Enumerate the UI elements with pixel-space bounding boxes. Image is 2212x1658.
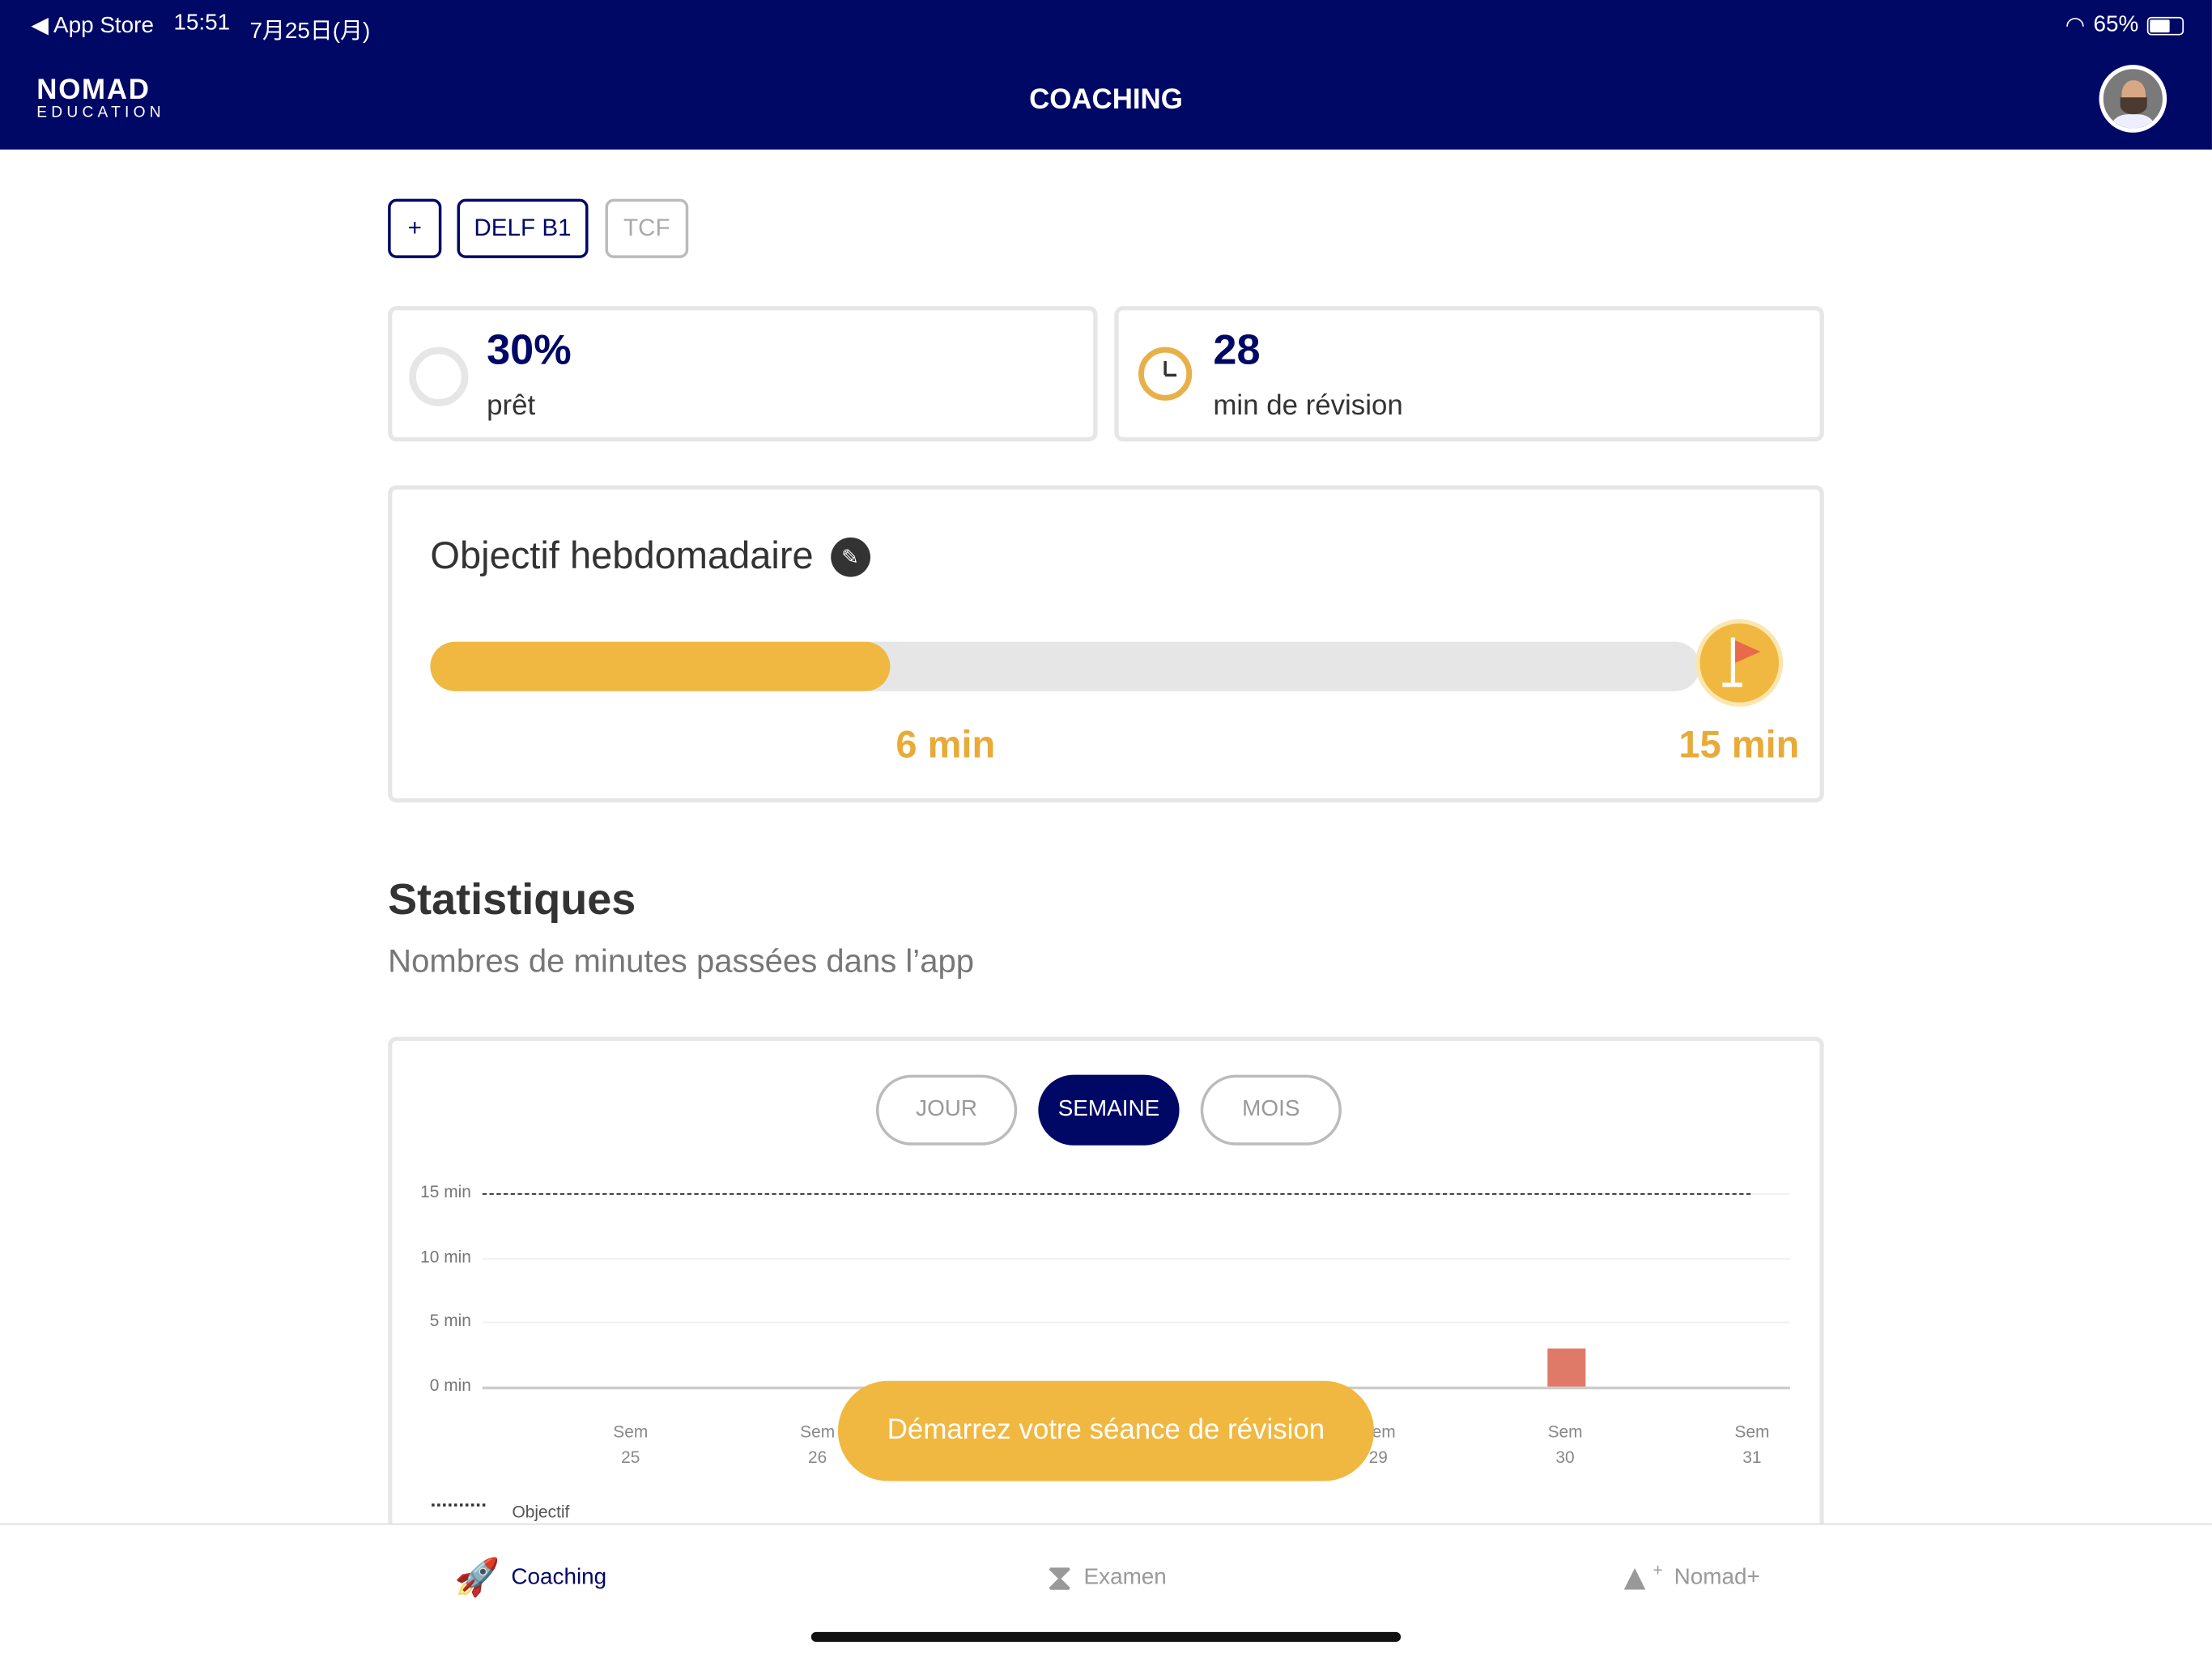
tab-semaine[interactable]: SEMAINE: [1038, 1074, 1180, 1146]
y-tick-label: 10 min: [420, 1246, 471, 1266]
app-screen: ◀ App Store 15:51 7月25日(月) ◠ 65% NOMAD ED…: [0, 0, 2212, 1658]
revision-value: 28: [1213, 327, 1261, 374]
goal-flag-icon: [1695, 619, 1784, 707]
clock-time: 15:51: [173, 11, 231, 36]
y-tick-label: 15 min: [420, 1182, 471, 1202]
readiness-ring-icon: [409, 346, 469, 406]
revision-label: min de révision: [1213, 390, 1403, 422]
x-tick-label: Sem 30: [1547, 1422, 1583, 1467]
tab-examen[interactable]: ⧗ Examen: [1047, 1556, 1167, 1601]
readiness-label: prêt: [487, 390, 536, 422]
bar-sem-30: [1546, 1347, 1585, 1387]
wifi-icon: ◠: [2065, 14, 2086, 39]
exam-chip-tcf[interactable]: TCF: [605, 198, 689, 258]
top-header: ◀ App Store 15:51 7月25日(月) ◠ 65% NOMAD ED…: [0, 0, 2212, 150]
readiness-card: 30% prêt: [388, 306, 1098, 442]
revision-time-card: 28 min de révision: [1114, 306, 1824, 442]
y-tick-label: 0 min: [429, 1375, 471, 1396]
stats-chart-card: JOUR SEMAINE MOIS 0 min 5 min 10 min 15 min…: [388, 1036, 1824, 1601]
weekly-goal-title: Objectif hebdomadaire: [430, 534, 814, 577]
tab-jour[interactable]: JOUR: [875, 1074, 1018, 1146]
clock-icon: [1138, 346, 1193, 401]
status-bar-right: ◠ 65%: [2065, 11, 2184, 40]
avatar[interactable]: [2099, 65, 2167, 133]
nomad-plus-icon: ▲+: [1616, 1555, 1663, 1599]
y-tick-label: 5 min: [429, 1311, 471, 1331]
tab-coaching[interactable]: 🚀 Coaching: [454, 1556, 606, 1600]
edit-goal-icon[interactable]: ✎: [830, 536, 870, 576]
gridline: [482, 1322, 1790, 1324]
start-revision-button[interactable]: Démarrez votre séance de révision: [837, 1380, 1375, 1482]
goal-line: [482, 1192, 1751, 1195]
exam-chip-delf-b1[interactable]: DELF B1: [457, 198, 589, 258]
page-title: COACHING: [1029, 84, 1183, 116]
tab-nomad-plus[interactable]: ▲+ Nomad+: [1617, 1556, 1760, 1600]
hourglass-icon: ⧗: [1046, 1555, 1073, 1599]
back-app-label: App Store: [53, 14, 154, 39]
legend-goal-label: Objectif: [512, 1502, 570, 1522]
gridline: [482, 1257, 1790, 1260]
back-to-app-store[interactable]: ◀ App Store: [31, 11, 154, 45]
rocket-icon: 🚀: [454, 1555, 500, 1599]
stats-subtitle: Nombres de minutes passées dans l’app: [388, 942, 975, 980]
goal-minutes-label: 15 min: [1678, 723, 1800, 767]
battery-icon: [2146, 16, 2184, 35]
tab-mois[interactable]: MOIS: [1200, 1074, 1342, 1146]
battery-percent: 65%: [2093, 12, 2139, 37]
stats-title: Statistiques: [388, 874, 636, 925]
home-indicator[interactable]: [810, 1631, 1402, 1643]
readiness-value: 30%: [487, 327, 572, 374]
legend-goal-line: [432, 1503, 486, 1507]
date: 7月25日(月): [249, 19, 371, 45]
status-bar-left: ◀ App Store 15:51 7月25日(月): [31, 11, 370, 45]
current-minutes-label: 6 min: [895, 723, 996, 767]
x-tick-label: Sem 31: [1734, 1422, 1770, 1467]
add-exam-button[interactable]: +: [388, 198, 442, 258]
x-tick-label: Sem 25: [613, 1422, 649, 1467]
weekly-goal-card: Objectif hebdomadaire ✎ 6 min 15 min: [388, 485, 1824, 803]
weekly-goal-progress-bar: [430, 641, 1700, 691]
